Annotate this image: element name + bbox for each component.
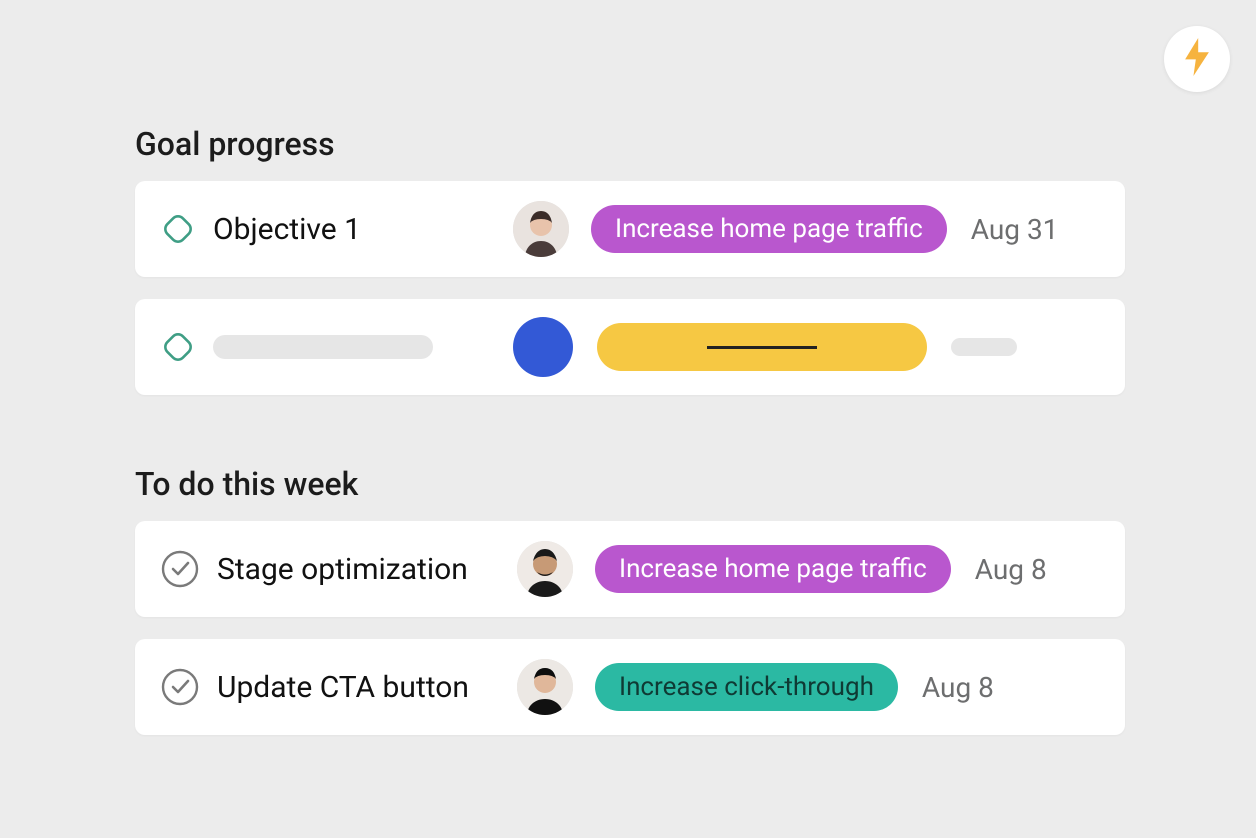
- goal-title: Objective 1: [213, 212, 513, 247]
- dashboard-content: Goal progress Objective 1 Increase home …: [135, 125, 1125, 757]
- assignee-avatar[interactable]: [517, 541, 573, 597]
- placeholder-tag: [597, 323, 927, 371]
- goal-due-date: Aug 31: [971, 213, 1059, 246]
- task-due-date: Aug 8: [922, 671, 994, 704]
- task-title: Update CTA button: [217, 670, 517, 705]
- lightning-icon: [1182, 38, 1212, 80]
- goal-row[interactable]: Objective 1 Increase home page traffic A…: [135, 181, 1125, 277]
- goal-row-placeholder[interactable]: [135, 299, 1125, 395]
- task-row[interactable]: Update CTA button Increase click-through…: [135, 639, 1125, 735]
- task-title: Stage optimization: [217, 552, 517, 587]
- section-todo: To do this week Stage optimization Incre…: [135, 465, 1125, 735]
- lightning-action-button[interactable]: [1164, 26, 1230, 92]
- assignee-avatar[interactable]: [517, 659, 573, 715]
- assignee-avatar[interactable]: [513, 201, 569, 257]
- placeholder-date: [951, 338, 1017, 356]
- task-check-icon[interactable]: [161, 668, 199, 706]
- section-goal-progress: Goal progress Objective 1 Increase home …: [135, 125, 1125, 395]
- section-title-todo: To do this week: [135, 465, 1125, 503]
- goal-diamond-icon: [161, 330, 195, 364]
- task-tag[interactable]: Increase click-through: [595, 663, 898, 711]
- task-tag[interactable]: Increase home page traffic: [595, 545, 951, 593]
- task-row[interactable]: Stage optimization Increase home page tr…: [135, 521, 1125, 617]
- placeholder-avatar: [513, 317, 573, 377]
- placeholder-title: [213, 335, 433, 359]
- task-check-icon[interactable]: [161, 550, 199, 588]
- goal-tag[interactable]: Increase home page traffic: [591, 205, 947, 253]
- task-due-date: Aug 8: [975, 553, 1047, 586]
- placeholder-tag-line: [707, 346, 817, 349]
- goal-diamond-icon: [161, 212, 195, 246]
- section-title-goals: Goal progress: [135, 125, 1125, 163]
